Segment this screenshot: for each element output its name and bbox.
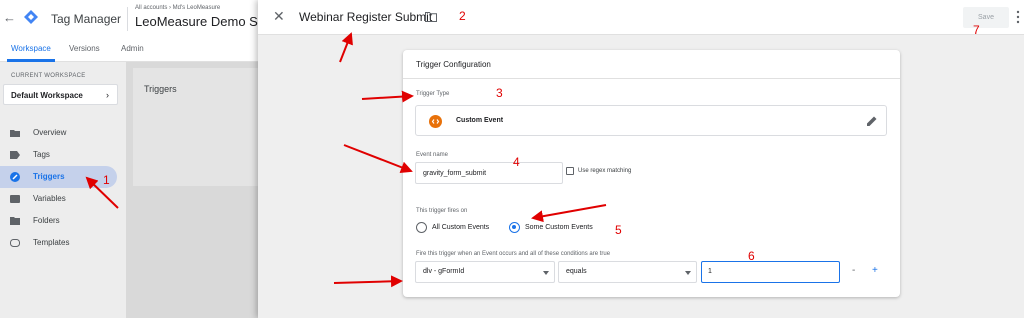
fires-on-label: This trigger fires on (416, 208, 468, 214)
sidebar-item-label: Tags (33, 150, 50, 159)
trigger-configuration-card: Trigger Configuration Trigger Type Custo… (403, 50, 900, 297)
sidebar: CURRENT WORKSPACE Default Workspace › Ov… (0, 62, 126, 318)
tab-versions[interactable]: Versions (69, 44, 100, 53)
sidebar-item-label: Triggers (33, 172, 65, 181)
add-condition-button[interactable]: + (872, 265, 878, 276)
current-workspace-label: CURRENT WORKSPACE (11, 73, 86, 79)
condition-operator-select[interactable]: equals (558, 261, 697, 283)
trigger-type-label: Trigger Type (416, 91, 450, 97)
trigger-name[interactable]: Webinar Register Submit (299, 10, 432, 24)
save-button[interactable]: Save (963, 7, 1009, 28)
annotation-label-3: 3 (496, 86, 503, 100)
event-name-value: gravity_form_submit (423, 170, 487, 177)
regex-checkbox[interactable] (566, 167, 574, 175)
accounts-breadcrumb[interactable]: All accounts › Md's LeoMeasure (135, 5, 220, 11)
sidebar-item-label: Overview (33, 128, 67, 137)
sidebar-item-templates[interactable]: Templates (0, 232, 126, 254)
folder-outline-icon (10, 130, 20, 137)
workspace-selector[interactable]: Default Workspace › (3, 84, 118, 105)
more-vert-icon[interactable] (1016, 10, 1020, 24)
sidebar-item-triggers[interactable]: Triggers (0, 166, 117, 188)
annotation-label-7: 7 (973, 23, 980, 37)
nav-tabs: Workspace Versions Admin (0, 38, 258, 62)
triggers-card: Triggers (133, 68, 258, 186)
annotation-label-6: 6 (748, 249, 755, 263)
custom-event-icon (429, 115, 442, 128)
sidebar-item-label: Templates (33, 238, 70, 247)
panel-header: ✕ Webinar Register Submit Save (258, 0, 1024, 35)
event-name-label: Event name (416, 152, 449, 158)
edit-pencil-icon[interactable] (866, 115, 878, 127)
radio-some-custom-events[interactable] (509, 222, 520, 233)
trigger-type-name: Custom Event (456, 117, 504, 124)
tab-workspace[interactable]: Workspace (11, 44, 51, 53)
condition-label: Fire this trigger when an Event occurs a… (416, 251, 611, 257)
regex-label: Use regex matching (578, 168, 632, 174)
chevron-right-icon: › (106, 90, 109, 100)
folder-icon (10, 217, 20, 225)
divider (403, 78, 900, 79)
trigger-icon (10, 172, 20, 182)
template-icon (10, 239, 20, 247)
tag-icon (10, 151, 20, 159)
remove-condition-button[interactable]: - (852, 265, 855, 276)
annotation-label-4: 4 (513, 155, 520, 169)
sidebar-item-label: Variables (33, 194, 66, 203)
workspace-name: Default Workspace (11, 91, 83, 100)
divider (127, 7, 128, 31)
back-arrow-icon[interactable]: ← (3, 10, 16, 25)
condition-value: 1 (708, 268, 712, 275)
trigger-type-selector[interactable]: Custom Event (415, 105, 887, 136)
sidebar-item-label: Folders (33, 216, 60, 225)
dropdown-caret-icon (685, 271, 691, 275)
condition-variable: dlv - gFormId (423, 268, 465, 275)
sidebar-item-folders[interactable]: Folders (0, 210, 126, 232)
sidebar-item-variables[interactable]: Variables (0, 188, 126, 210)
radio-some-label: Some Custom Events (525, 224, 593, 231)
sidebar-item-overview[interactable]: Overview (0, 122, 126, 144)
event-name-input[interactable]: gravity_form_submit (415, 162, 563, 184)
variables-icon (10, 195, 20, 203)
main-area: Triggers (126, 62, 258, 318)
app-name: Tag Manager (51, 12, 122, 26)
folder-icon[interactable] (425, 12, 437, 22)
condition-variable-select[interactable]: dlv - gFormId (415, 261, 555, 283)
dropdown-caret-icon (543, 271, 549, 275)
container-name[interactable]: LeoMeasure Demo Site (135, 14, 272, 29)
triggers-title: Triggers (144, 84, 177, 94)
sidebar-item-tags[interactable]: Tags (0, 144, 126, 166)
condition-operator: equals (566, 268, 587, 275)
annotation-label-5: 5 (615, 223, 622, 237)
tab-admin[interactable]: Admin (121, 44, 144, 53)
trigger-editor-panel: ✕ Webinar Register Submit Save Trigger C… (258, 0, 1024, 318)
radio-all-label: All Custom Events (432, 224, 490, 231)
card-title: Trigger Configuration (416, 60, 491, 69)
gtm-logo-icon (24, 10, 38, 24)
annotation-label-1: 1 (103, 173, 110, 187)
condition-value-input[interactable]: 1 (701, 261, 840, 283)
close-icon[interactable]: ✕ (273, 8, 285, 25)
radio-all-custom-events[interactable] (416, 222, 427, 233)
annotation-label-2: 2 (459, 9, 466, 23)
